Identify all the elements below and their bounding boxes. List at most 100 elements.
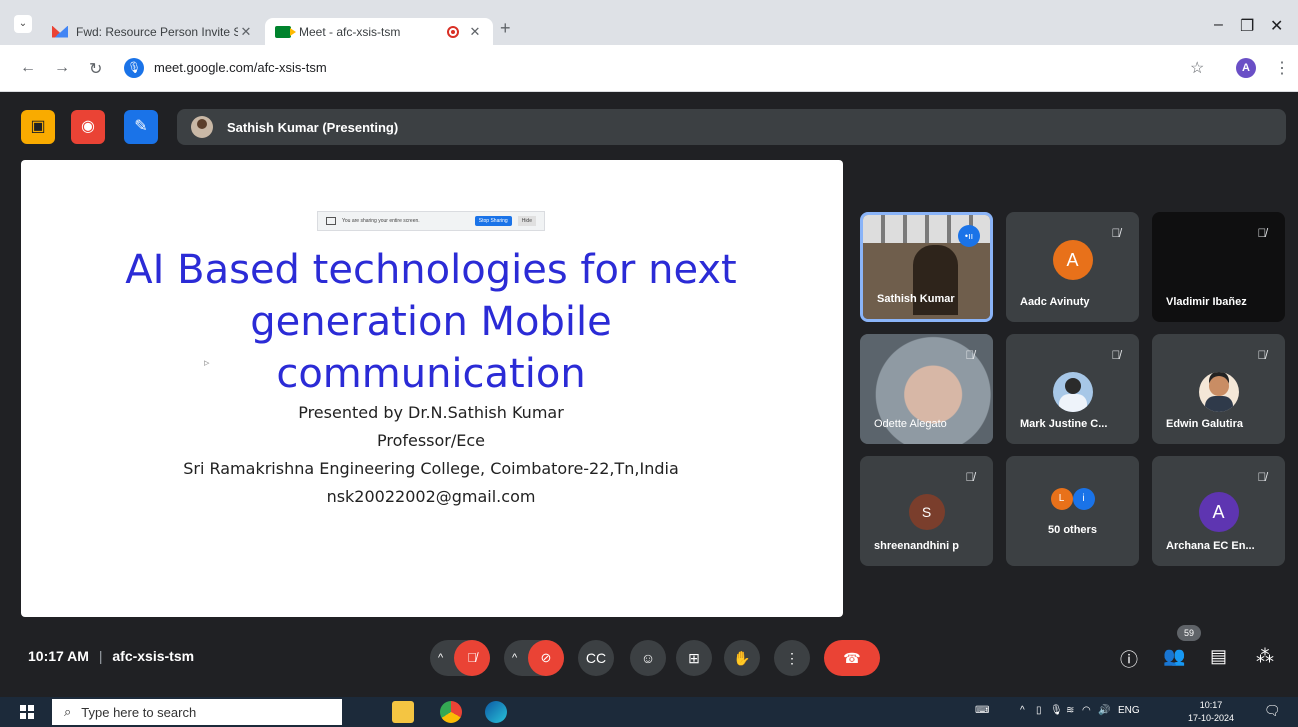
search-icon: ⌕ [64,704,72,719]
people-icon[interactable]: 👥 [1163,646,1185,667]
battery-icon[interactable]: ▯ [1036,705,1042,716]
taskbar-clock[interactable]: 10:17 17-10-2024 [1188,699,1234,725]
mouse-cursor-icon: ▹ [204,357,210,369]
volume-icon[interactable]: 🔊 [1098,705,1110,716]
mic-off-icon[interactable]: 🎙̸ [454,640,490,676]
recording-button[interactable]: ◉ [71,110,105,144]
others-tile[interactable]: L i 50 others [1006,456,1139,566]
bookmark-star-icon[interactable]: ☆ [1190,58,1204,78]
tab-gmail[interactable]: Fwd: Resource Person Invite Sa ✕ [42,18,264,45]
slide-title-line: communication [276,351,586,397]
close-icon[interactable]: ✕ [467,24,483,40]
more-options-icon[interactable]: ⋮ [774,640,810,676]
window-close-icon[interactable]: ✕ [1270,16,1283,36]
address-bar: ← → ↻ 🎙 meet.google.com/afc-xsis-tsm ☆ A… [0,45,1298,92]
participant-name: Edwin Galutira [1166,418,1244,430]
taskbar-time: 10:17 [1199,700,1223,710]
windows-taskbar: ⌕ Type here to search ⌨ ^ ▯ 🎙 ≋ ◠ 🔊 ENG … [0,697,1298,727]
keyboard-icon[interactable]: ⌨ [975,705,989,716]
emoji-icon[interactable]: ☺ [630,640,666,676]
captions-icon[interactable]: CC [578,640,614,676]
avatar [191,116,213,138]
participant-tile[interactable]: 🎙̸ A Archana EC En... [1152,456,1285,566]
browser-menu-icon[interactable]: ⋮ [1274,58,1290,78]
tab-meet[interactable]: Meet - afc-xsis-tsm ✕ [265,18,493,45]
gmail-icon [52,25,68,38]
presenting-bar[interactable]: Sathish Kumar (Presenting) [177,109,1286,145]
meet-icon [275,25,296,38]
activities-icon[interactable]: ⁂ [1256,646,1274,667]
file-explorer-icon[interactable] [392,701,414,723]
slide-email: nsk20022002@gmail.com [326,487,536,506]
avatar: i [1072,488,1095,510]
taskbar-search[interactable]: ⌕ Type here to search [52,699,342,725]
minimize-icon[interactable]: – [1214,16,1223,34]
microphone-icon[interactable]: 🎙 [1050,705,1063,716]
end-call-button[interactable]: ☎ [824,640,880,676]
participant-name: Aadc Avinuty [1020,296,1090,308]
stop-sharing-button[interactable]: Stop Sharing [474,216,512,226]
participant-tile[interactable]: 🎙̸ Vladimir Ibañez [1152,212,1285,322]
url-field[interactable]: meet.google.com/afc-xsis-tsm [154,60,327,75]
recording-icon [447,25,459,38]
screen-icon [326,217,336,225]
profile-avatar[interactable]: A [1236,58,1256,78]
windows-start-icon[interactable] [20,705,34,719]
participant-tile[interactable]: •ıı Sathish Kumar [860,212,993,322]
slide-title: AI Based technologies for next generatio… [81,244,781,400]
hide-button[interactable]: Hide [517,216,536,226]
chrome-icon[interactable] [440,701,462,723]
chevron-up-icon[interactable]: ^ [1020,705,1025,716]
separator: | [98,648,103,664]
back-icon[interactable]: ← [20,59,36,77]
camera-control[interactable]: ^ ⊘ [504,640,564,676]
chevron-up-icon[interactable]: ^ [512,640,517,676]
present-screen-icon[interactable]: ⊞ [676,640,712,676]
camera-off-icon[interactable]: ⊘ [528,640,564,676]
mic-off-icon: 🎙̸ [1257,348,1267,362]
avatar: L [1050,488,1073,510]
edge-icon[interactable] [485,701,507,723]
participant-tile[interactable]: 🎙̸ Mark Justine C... [1006,334,1139,444]
participant-name: Vladimir Ibañez [1166,296,1247,308]
raise-hand-icon[interactable]: ✋ [724,640,760,676]
participant-name: Archana EC En... [1166,540,1255,552]
participant-name: shreenandhini p [874,540,959,552]
mic-control[interactable]: ^ 🎙̸ [430,640,490,676]
close-icon[interactable]: ✕ [238,24,254,40]
notifications-icon[interactable]: 🗨 [1264,703,1281,719]
network-icon[interactable]: ≋ [1066,705,1074,716]
slide-role: Professor/Ece [376,431,486,450]
language-indicator[interactable]: ENG [1118,705,1140,716]
tab-search-icon[interactable]: ⌄ [14,15,32,33]
browser-tab-bar: ⌄ Fwd: Resource Person Invite Sa ✕ Meet … [0,0,1298,45]
site-info-icon[interactable]: 🎙 [124,58,144,78]
avatar [1052,372,1093,412]
meeting-details-icon[interactable]: ⓘ [1120,646,1138,672]
meeting-time: 10:17 AM [28,648,89,664]
wifi-icon[interactable]: ◠ [1082,705,1091,716]
search-placeholder: Type here to search [81,704,197,720]
tab-title: Fwd: Resource Person Invite Sa [76,24,238,39]
restore-icon[interactable]: ❐ [1240,16,1254,36]
participant-count-badge: 59 [1177,625,1201,641]
participant-name: Odette Alegato [874,418,947,430]
mic-off-icon: 🎙̸ [1257,470,1267,484]
tab-title: Meet - afc-xsis-tsm [299,24,401,39]
chat-icon[interactable]: ▤ [1210,646,1227,667]
participant-tile[interactable]: 🎙̸ A Aadc Avinuty [1006,212,1139,322]
participant-tile[interactable]: 🎙̸ Odette Alegato [860,334,993,444]
participant-tile[interactable]: 🎙̸ Edwin Galutira [1152,334,1285,444]
slide-college: Sri Ramakrishna Engineering College, Coi… [183,459,679,478]
camera-off-icon[interactable]: ▣ [21,110,55,144]
share-banner-text: You are sharing your entire screen. [342,218,420,224]
slide-title-line: AI Based technologies for next [125,247,737,293]
new-tab-icon[interactable]: + [500,18,511,39]
taskbar-date: 17-10-2024 [1188,713,1235,723]
others-label: 50 others [1048,524,1097,536]
notes-icon[interactable]: ✎ [124,110,158,144]
chevron-up-icon[interactable]: ^ [438,640,443,676]
forward-icon[interactable]: → [54,59,70,77]
participant-tile[interactable]: 🎙̸ S shreenandhini p [860,456,993,566]
reload-icon[interactable]: ↻ [89,59,102,79]
